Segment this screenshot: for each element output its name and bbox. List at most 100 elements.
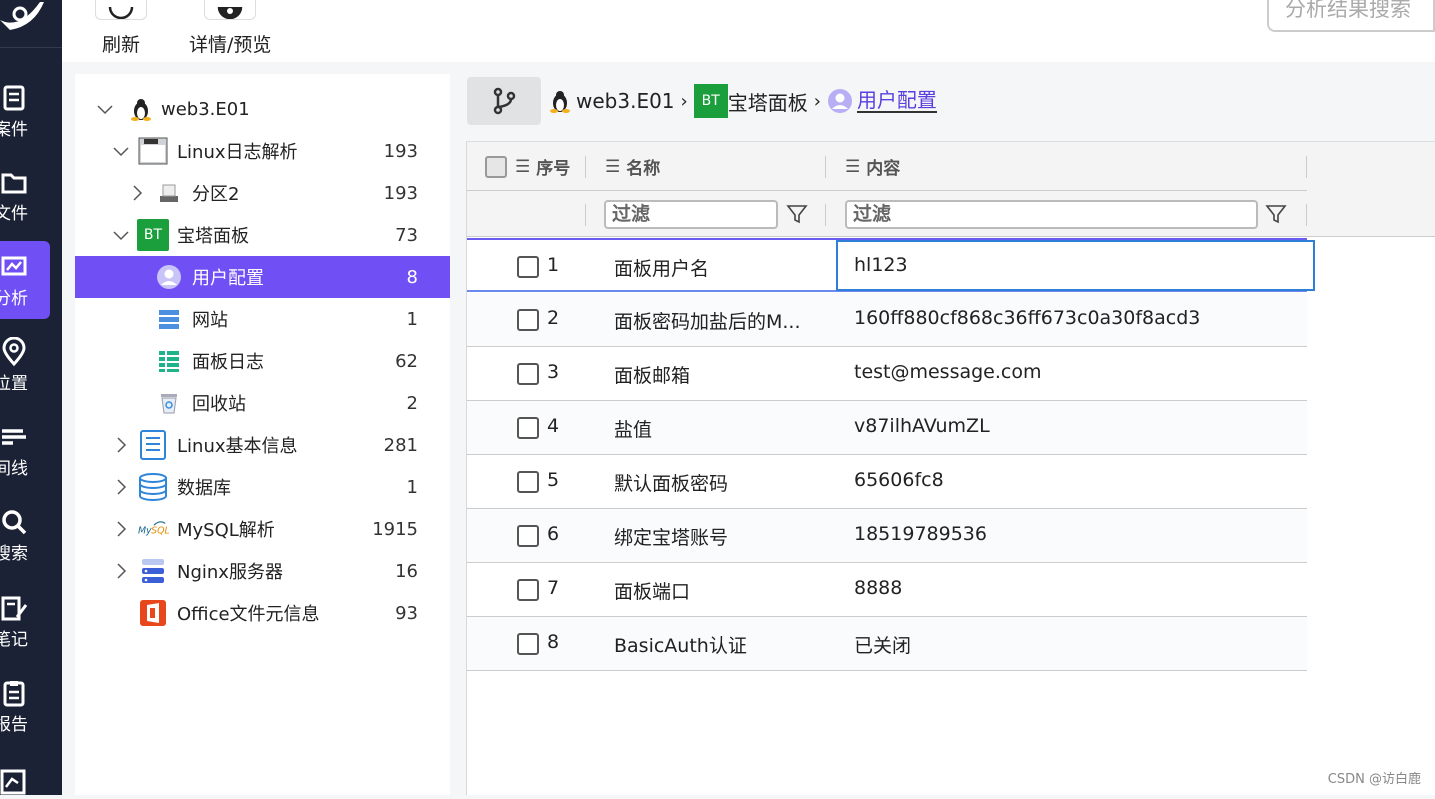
tree-count: 1 — [407, 309, 418, 330]
header-content[interactable]: ☰ 内容 — [845, 142, 900, 191]
watermark: CSDN @访白鹿 — [1328, 768, 1421, 787]
nav-label: 文件 — [0, 199, 28, 224]
table-row[interactable]: 3 面板邮箱 test@message.com — [467, 347, 1307, 401]
row-value[interactable]: 65606fc8 — [854, 469, 944, 491]
nav-item-more[interactable] — [0, 765, 30, 795]
chevron-down-icon — [113, 143, 129, 159]
content-filter-input[interactable]: 过滤 — [845, 200, 1258, 229]
filter-icon[interactable] — [1265, 203, 1287, 225]
row-checkbox[interactable] — [517, 256, 539, 278]
refresh-label: 刷新 — [102, 30, 140, 57]
row-value[interactable]: 18519789536 — [854, 523, 987, 545]
breadcrumb-middle[interactable]: 宝塔面板 — [728, 87, 808, 116]
chevron-down-icon — [113, 227, 129, 243]
row-number: 5 — [547, 469, 559, 491]
tree-node-user-config[interactable]: 用户配置 8 — [75, 256, 450, 298]
nav-item-location[interactable]: 位置 — [0, 326, 50, 404]
row-checkbox[interactable] — [517, 417, 539, 439]
nav-item-note[interactable]: 笔记 — [0, 582, 50, 660]
nav-item-file[interactable]: 文件 — [0, 156, 50, 234]
row-checkbox[interactable] — [517, 471, 539, 493]
tree-node-nginx[interactable]: Nginx服务器 16 — [75, 550, 450, 592]
tree-label: 用户配置 — [192, 264, 264, 290]
table-row[interactable]: 8 BasicAuth认证 已关闭 — [467, 617, 1307, 671]
tree-node-linux-info[interactable]: Linux基本信息 281 — [75, 424, 450, 466]
table-row[interactable]: 7 面板端口 8888 — [467, 563, 1307, 617]
tree-label: MySQL解析 — [177, 516, 275, 542]
chevron-right-icon — [113, 437, 129, 453]
tree-node-database[interactable]: 数据库 1 — [75, 466, 450, 508]
tree-count: 1915 — [372, 519, 418, 540]
row-value[interactable]: hl123 — [854, 254, 908, 276]
branch-icon — [490, 86, 518, 116]
header-name[interactable]: ☰ 名称 — [605, 142, 660, 191]
tree-node-partition2[interactable]: 分区2 193 — [75, 172, 450, 214]
tree-count: 281 — [384, 435, 418, 456]
location-icon — [0, 337, 29, 367]
select-all-checkbox[interactable] — [485, 156, 507, 178]
tree-node-recycle-bin[interactable]: 回收站 2 — [75, 382, 450, 424]
tree-label: 数据库 — [177, 474, 231, 500]
table-row[interactable]: 6 绑定宝塔账号 18519789536 — [467, 509, 1307, 563]
breadcrumb-current[interactable]: 用户配置 — [857, 89, 937, 113]
header-index[interactable]: ☰ 序号 — [485, 142, 570, 191]
list-icon — [153, 345, 185, 377]
row-value[interactable]: 8888 — [854, 577, 902, 599]
tree-node-website[interactable]: 网站 1 — [75, 298, 450, 340]
row-checkbox[interactable] — [517, 579, 539, 601]
row-number: 7 — [547, 577, 559, 599]
branch-view-button[interactable] — [467, 77, 541, 125]
logo-icon — [0, 0, 50, 40]
nav-item-report[interactable]: 报告 — [0, 667, 50, 745]
app-logo — [0, 0, 62, 48]
nav-item-timeline[interactable]: 间线 — [0, 411, 50, 489]
row-name: 盐值 — [614, 415, 824, 442]
report-icon — [0, 678, 29, 708]
row-value[interactable]: v87ilhAVumZL — [854, 415, 990, 437]
folder-icon — [0, 167, 29, 197]
chevron-down-icon — [97, 101, 113, 117]
refresh-button[interactable]: 刷新 — [95, 0, 147, 57]
analysis-search-input[interactable]: 分析结果搜索 — [1267, 0, 1435, 32]
row-name: 默认面板密码 — [614, 469, 824, 496]
tree-label: Office文件元信息 — [177, 600, 320, 626]
nav-label: 位置 — [0, 369, 28, 394]
user-icon — [153, 261, 185, 293]
table-row[interactable]: 1 面板用户名 hl123 — [467, 238, 1307, 292]
row-value[interactable]: 已关闭 — [854, 631, 911, 658]
breadcrumb-root[interactable]: web3.E01 — [576, 89, 675, 113]
result-tree: web3.E01 Linux日志解析 193 分区2 193 BT 宝塔面板 7… — [75, 74, 450, 795]
table-row[interactable]: 5 默认面板密码 65606fc8 — [467, 455, 1307, 509]
tree-count: 193 — [384, 141, 418, 162]
tree-label: Nginx服务器 — [177, 558, 283, 584]
row-checkbox[interactable] — [517, 309, 539, 331]
tree-node-linux-log[interactable]: Linux日志解析 193 — [75, 130, 450, 172]
tree-count: 16 — [395, 561, 418, 582]
row-checkbox[interactable] — [517, 363, 539, 385]
nginx-icon — [137, 555, 169, 587]
tree-node-root[interactable]: web3.E01 — [75, 88, 450, 130]
tree-node-bt-panel[interactable]: BT 宝塔面板 73 — [75, 214, 450, 256]
detail-preview-button[interactable]: 详情/预览 — [189, 0, 271, 57]
nav-item-analysis[interactable]: 分析 — [0, 241, 50, 319]
grid-header: ☰ 序号 ☰ 名称 ☰ 内容 过滤 过滤 — [467, 141, 1435, 237]
row-checkbox[interactable] — [517, 633, 539, 655]
name-filter-input[interactable]: 过滤 — [604, 200, 778, 229]
header-name-label: 名称 — [626, 154, 660, 179]
chevron-right-icon: › — [814, 91, 821, 112]
row-value[interactable]: 160ff880cf868c36ff673c0a30f8acd3 — [854, 307, 1200, 329]
nav-item-case[interactable]: 案件 — [0, 72, 50, 150]
nav-item-search[interactable]: 搜索 — [0, 496, 50, 574]
database-icon — [137, 471, 169, 503]
tree-node-office[interactable]: Office文件元信息 93 — [75, 592, 450, 634]
tree-node-mysql[interactable]: MySQL MySQL解析 1915 — [75, 508, 450, 550]
row-value[interactable]: test@message.com — [854, 361, 1042, 383]
table-row[interactable]: 4 盐值 v87ilhAVumZL — [467, 401, 1307, 455]
search-icon — [0, 507, 29, 537]
table-row[interactable]: 2 面板密码加盐后的M... 160ff880cf868c36ff673c0a3… — [467, 293, 1307, 347]
filter-icon[interactable] — [786, 203, 808, 225]
row-number: 6 — [547, 523, 559, 545]
row-checkbox[interactable] — [517, 525, 539, 547]
focused-cell[interactable] — [836, 240, 1315, 291]
tree-node-panel-log[interactable]: 面板日志 62 — [75, 340, 450, 382]
